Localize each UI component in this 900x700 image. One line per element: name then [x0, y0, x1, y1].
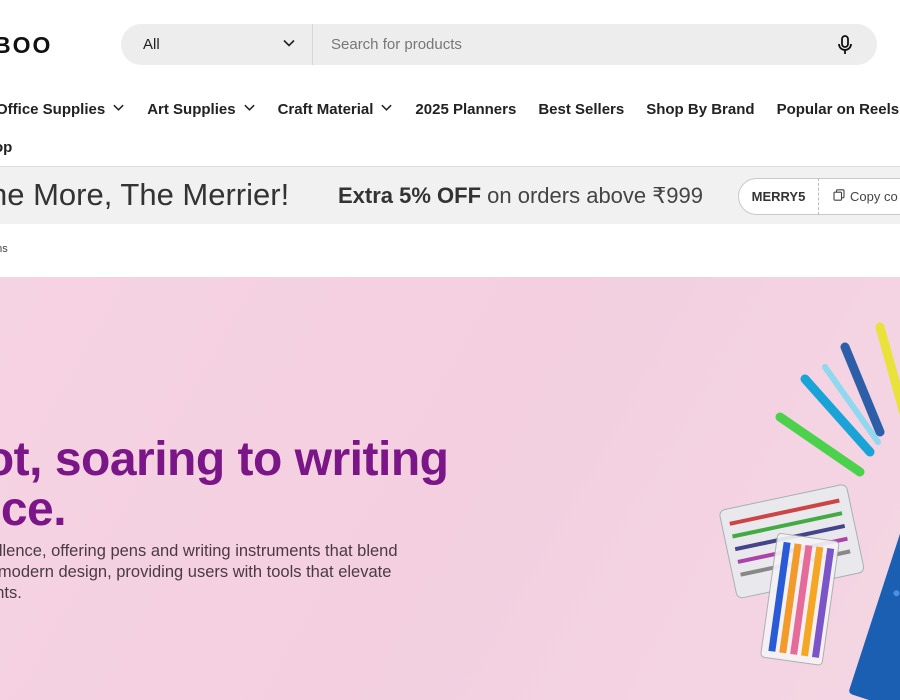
- hero-description-line: heights.: [0, 584, 22, 602]
- hero-description-line: with modern design, providing users with…: [0, 563, 392, 581]
- coupon-code: MERRY5: [739, 178, 819, 215]
- nav-item-label: Best Sellers: [538, 101, 625, 118]
- search-bar: All: [121, 24, 877, 65]
- page: BOO All Office Supplies Art Supplies: [0, 0, 900, 700]
- microphone-icon[interactable]: [825, 24, 865, 65]
- category-select-value: All: [143, 36, 160, 53]
- copy-code-label: Copy co: [850, 189, 898, 204]
- search-input[interactable]: [313, 24, 825, 65]
- nav-item-popular-on-reels[interactable]: Popular on Reels: [777, 101, 900, 118]
- nav-item-2025-planners[interactable]: 2025 Planners: [415, 101, 516, 118]
- chevron-down-icon: [282, 36, 296, 54]
- nav-item-shop-by-brand[interactable]: Shop By Brand: [646, 101, 754, 118]
- pens-product-image: [719, 322, 900, 700]
- chevron-down-icon: [373, 101, 393, 118]
- main-nav: Office Supplies Art Supplies Craft Mater…: [0, 101, 900, 118]
- nav-item-best-sellers[interactable]: Best Sellers: [538, 101, 624, 118]
- site-logo[interactable]: BOO: [0, 32, 52, 59]
- nav-item-label: Popular on Reels: [776, 101, 900, 118]
- promo-title: he More, The Merrier!: [0, 177, 290, 212]
- promo-banner: he More, The Merrier! Extra 5% OFF on or…: [0, 166, 900, 224]
- hero-heading-line: nce.: [0, 483, 67, 536]
- nav-item-label: 2025 Planners: [415, 101, 517, 118]
- nav-item-label: Office Supplies: [0, 101, 106, 118]
- chevron-down-icon: [236, 101, 256, 118]
- nav-item-office-supplies[interactable]: Office Supplies: [0, 101, 125, 118]
- promo-offer: Extra 5% OFF on orders above ₹999: [338, 183, 703, 209]
- copy-code-button[interactable]: Copy co: [819, 189, 898, 204]
- nav-item-label: Craft Material: [277, 101, 374, 118]
- copy-icon: [833, 189, 850, 204]
- nav-item-craft-material[interactable]: Craft Material: [278, 101, 394, 118]
- nav-item-label: Art Supplies: [147, 101, 236, 118]
- nav-item-art-supplies[interactable]: Art Supplies: [147, 101, 255, 118]
- nav-item-shop[interactable]: op: [0, 139, 12, 156]
- nav-item-label: Shop By Brand: [646, 101, 755, 118]
- coupon-box: MERRY5 Copy co: [738, 178, 900, 215]
- hero-banner: lot, soaring to writing nce. excellence,…: [0, 277, 900, 700]
- promo-offer-text: on orders above ₹999: [481, 183, 703, 208]
- hero-heading-line: lot, soaring to writing: [0, 433, 449, 486]
- promo-offer-highlight: Extra 5% OFF: [338, 183, 482, 208]
- chevron-down-icon: [105, 101, 125, 118]
- category-select[interactable]: All: [121, 24, 313, 65]
- hero-description-line: excellence, offering pens and writing in…: [0, 542, 398, 560]
- hero-description: excellence, offering pens and writing in…: [0, 541, 398, 604]
- breadcrumb[interactable]: ens: [0, 243, 8, 255]
- hero-heading: lot, soaring to writing nce.: [0, 433, 449, 536]
